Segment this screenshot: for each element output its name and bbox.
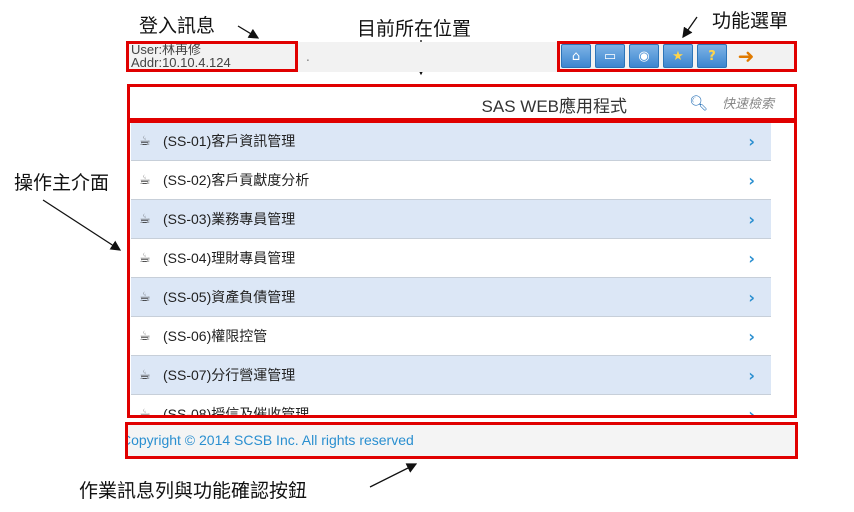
annotation-main-interface: 操作主介面 xyxy=(14,172,110,194)
annotation-current-location: 目前所在位置 xyxy=(357,18,472,40)
arrow-status-bar xyxy=(369,463,418,488)
location-indicator: . xyxy=(306,50,310,64)
annotation-status-bar: 作業訊息列與功能確認按鈕 xyxy=(79,480,308,502)
highlight-current-location xyxy=(127,84,797,121)
highlight-function-menu xyxy=(557,41,797,72)
highlight-main-interface xyxy=(127,120,797,418)
arrow-login-info xyxy=(237,25,260,39)
highlight-login-info xyxy=(126,41,298,72)
annotation-function-menu: 功能選單 xyxy=(712,10,789,32)
arrow-function-menu xyxy=(682,16,698,39)
arrow-main-interface xyxy=(42,199,122,251)
highlight-status-bar xyxy=(125,422,798,459)
annotation-login-info: 登入訊息 xyxy=(139,15,216,37)
